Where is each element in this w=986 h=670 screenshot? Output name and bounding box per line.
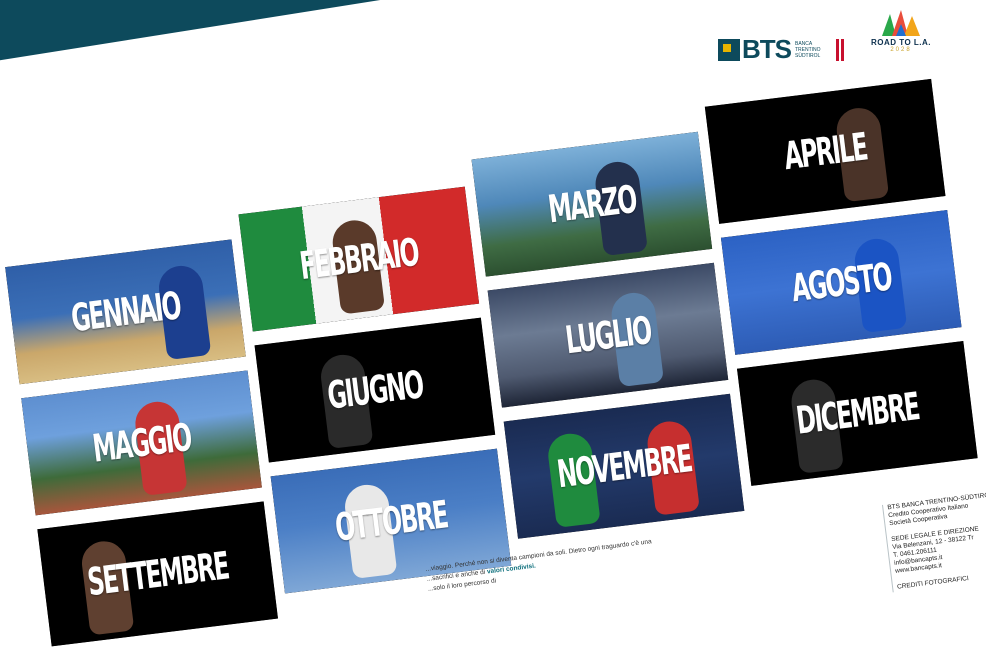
- month-tile-febbraio: FEBBRAIO: [238, 186, 480, 332]
- month-tile-luglio: LUGLIO: [487, 262, 729, 408]
- month-tile-settembre: SETTEMBRE: [37, 501, 279, 647]
- contacts-block: BTS BANCA TRENTINO-SÜDTIROL Credito Coop…: [882, 490, 986, 593]
- month-tile-maggio: MAGGIO: [21, 370, 262, 516]
- month-tile-dicembre: DICEMBRE: [736, 340, 978, 486]
- month-tile-marzo: MARZO: [471, 131, 713, 277]
- month-tile-giugno: GIUGNO: [254, 317, 496, 463]
- month-tile-agosto: AGOSTO: [720, 209, 962, 355]
- month-tile-novembre: NOVEMBRE: [503, 393, 745, 539]
- month-tile-aprile: APRILE: [704, 78, 946, 224]
- month-tile-gennaio: GENNAIO: [5, 239, 246, 385]
